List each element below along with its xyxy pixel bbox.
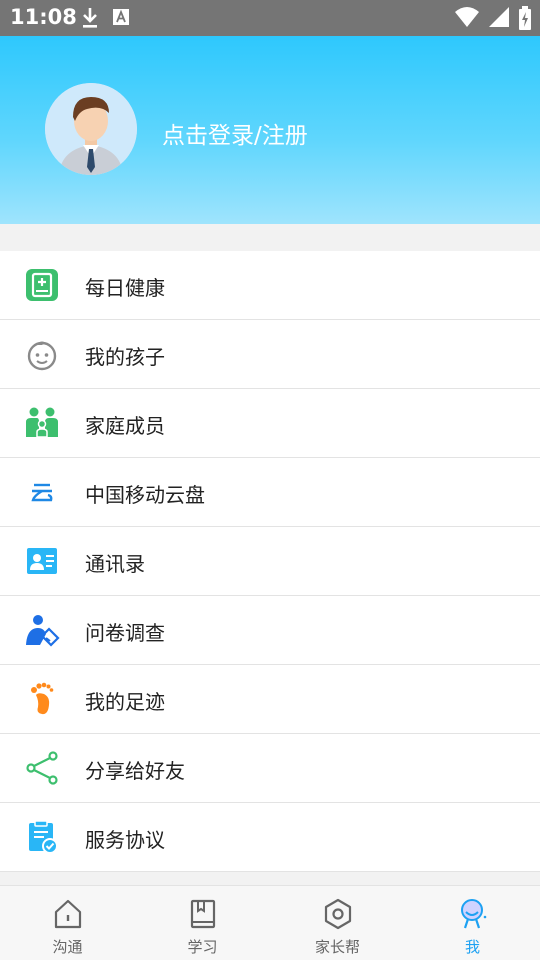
menu-item-service-agreement[interactable]: 服务协议 xyxy=(0,803,540,872)
avatar[interactable] xyxy=(45,83,137,175)
menu-item-label: 我的孩子 xyxy=(85,345,165,369)
menu-item-label: 中国移动云盘 xyxy=(85,483,205,507)
bottom-tab-bar: 沟通 学习 家长帮 我 xyxy=(0,885,540,960)
tab-label: 沟通 xyxy=(52,938,83,956)
child-face-icon xyxy=(27,341,57,371)
family-icon xyxy=(26,407,58,438)
survey-icon xyxy=(26,615,60,647)
menu-item-footprints[interactable]: 我的足迹 xyxy=(0,665,540,734)
avatar-man-icon xyxy=(45,83,137,175)
menu-item-label: 我的足迹 xyxy=(85,690,165,714)
status-bar: 11:08 xyxy=(0,0,540,36)
menu-item-label: 服务协议 xyxy=(85,828,165,852)
wifi-icon xyxy=(455,7,479,27)
menu-list: 每日健康 我的孩子 家庭成员 中国移动云盘 通讯录 问卷调查 我的足迹 分享给好… xyxy=(0,251,540,872)
menu-item-family-members[interactable]: 家庭成员 xyxy=(0,389,540,458)
tab-label: 学习 xyxy=(187,938,218,956)
menu-item-label: 家庭成员 xyxy=(85,414,165,438)
share-icon xyxy=(26,751,58,785)
home-icon xyxy=(54,899,81,929)
tab-parents-help[interactable]: 家长帮 xyxy=(270,886,405,960)
status-time: 11:08 xyxy=(10,5,77,29)
menu-item-label: 分享给好友 xyxy=(85,759,185,783)
login-register-link[interactable]: 点击登录/注册 xyxy=(162,116,308,150)
menu-item-label: 问卷调查 xyxy=(85,621,165,645)
agreement-icon xyxy=(29,820,58,854)
tab-study[interactable]: 学习 xyxy=(135,886,270,960)
menu-item-survey[interactable]: 问卷调查 xyxy=(0,596,540,665)
menu-item-label: 每日健康 xyxy=(85,276,165,300)
download-icon xyxy=(83,8,97,28)
menu-item-contacts[interactable]: 通讯录 xyxy=(0,527,540,596)
menu-item-label: 通讯录 xyxy=(85,552,145,576)
menu-item-cloud-disk[interactable]: 中国移动云盘 xyxy=(0,458,540,527)
menu-item-my-children[interactable]: 我的孩子 xyxy=(0,320,540,389)
tab-label: 家长帮 xyxy=(314,938,360,956)
battery-icon xyxy=(519,6,531,30)
contacts-icon xyxy=(27,548,57,574)
menu-item-share[interactable]: 分享给好友 xyxy=(0,734,540,803)
health-card-icon xyxy=(26,269,58,301)
profile-icon xyxy=(460,899,486,929)
tab-communicate[interactable]: 沟通 xyxy=(0,886,135,960)
menu-item-daily-health[interactable]: 每日健康 xyxy=(0,251,540,320)
tab-label: 我 xyxy=(464,938,480,956)
tab-me[interactable]: 我 xyxy=(405,886,540,960)
hexagon-icon xyxy=(324,898,351,930)
cloud-disk-icon xyxy=(31,483,53,502)
book-icon xyxy=(190,899,215,929)
footprint-icon xyxy=(31,682,54,715)
text-a-icon xyxy=(113,9,129,25)
signal-icon xyxy=(489,7,509,27)
profile-header: 点击登录/注册 xyxy=(0,36,540,224)
